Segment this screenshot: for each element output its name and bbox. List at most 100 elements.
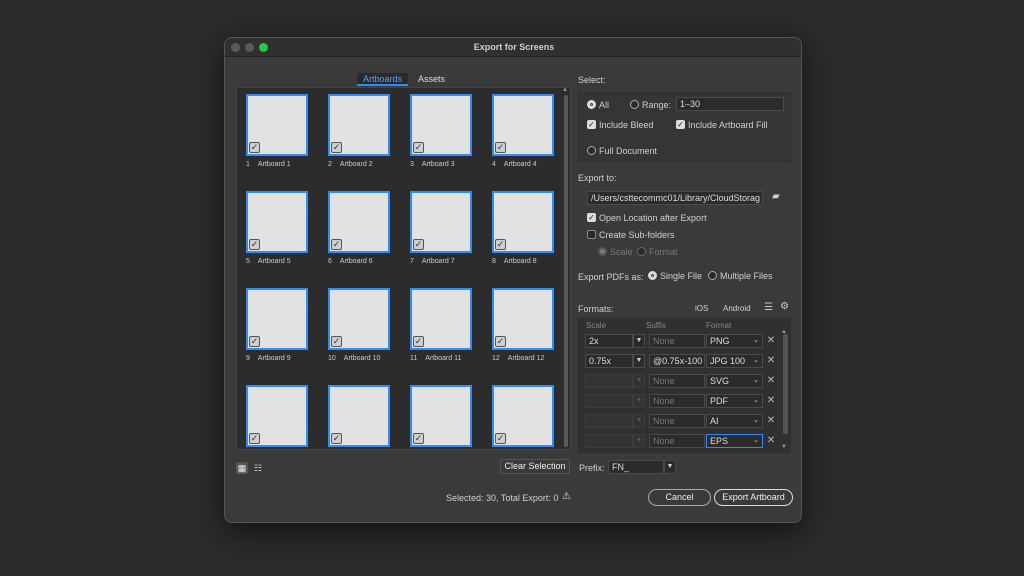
clear-selection-button[interactable]: Clear Selection (500, 459, 570, 474)
format-scale-input[interactable]: 0.75x (585, 354, 633, 368)
cancel-button[interactable]: Cancel (648, 489, 711, 506)
artboard-thumbnail[interactable]: ✓ (492, 191, 554, 253)
artboard-tile[interactable]: ✓13Artboard 13 (246, 385, 308, 449)
artboard-tile[interactable]: ✓ 2 Artboard 2 (328, 94, 390, 168)
artboard-checkbox[interactable]: ✓ (249, 433, 260, 444)
artboard-tile[interactable]: ✓ 5 Artboard 5 (246, 191, 308, 265)
artboard-thumbnail[interactable]: ✓ (328, 94, 390, 156)
artboard-tile[interactable]: ✓14Artboard 14 (328, 385, 390, 449)
artboard-checkbox[interactable]: ✓ (413, 336, 424, 347)
artboard-checkbox[interactable]: ✓ (331, 142, 342, 153)
artboard-thumbnail[interactable]: ✓ (246, 191, 308, 253)
scale-dropdown-icon[interactable]: ▼ (633, 354, 645, 368)
remove-format-icon[interactable]: ✕ (766, 395, 776, 406)
format-scale-input[interactable] (585, 374, 633, 388)
artboard-checkbox[interactable]: ✓ (413, 142, 424, 153)
scale-dropdown-icon[interactable]: ▼ (633, 334, 645, 348)
format-suffix-input[interactable]: None (649, 434, 705, 448)
select-range-radio[interactable] (630, 100, 639, 109)
gear-icon[interactable]: ⚙ (780, 301, 789, 312)
grid-view-icon[interactable]: ▦ (236, 462, 248, 474)
artboard-checkbox[interactable]: ✓ (331, 239, 342, 250)
artboard-checkbox[interactable]: ✓ (249, 239, 260, 250)
artboard-checkbox[interactable]: ✓ (413, 433, 424, 444)
format-suffix-input[interactable]: None (649, 414, 705, 428)
scale-dropdown-icon[interactable]: ▼ (633, 374, 645, 388)
artboard-thumbnail[interactable]: ✓ (410, 94, 472, 156)
format-scale-input[interactable]: 2x (585, 334, 633, 348)
artboard-checkbox[interactable]: ✓ (331, 336, 342, 347)
artboard-checkbox[interactable]: ✓ (249, 336, 260, 347)
artboard-tile[interactable]: ✓16Artboard 16 (492, 385, 554, 449)
artboard-thumbnail[interactable]: ✓ (328, 191, 390, 253)
artboard-tile[interactable]: ✓ 10 Artboard 10 (328, 288, 390, 362)
artboard-thumbnail[interactable]: ✓ (410, 288, 472, 350)
artboard-tile[interactable]: ✓ 8 Artboard 8 (492, 191, 554, 265)
prefix-dropdown-icon[interactable]: ▼ (664, 460, 676, 474)
artboard-tile[interactable]: ✓ 3 Artboard 3 (410, 94, 472, 168)
formats-scroll-up-icon[interactable]: ▲ (781, 329, 787, 335)
artboard-thumbnail[interactable]: ✓ (328, 288, 390, 350)
scroll-up-icon[interactable]: ▲ (562, 87, 568, 93)
artboard-checkbox[interactable]: ✓ (413, 239, 424, 250)
create-subfolders-checkbox[interactable] (587, 230, 596, 239)
tab-artboards[interactable]: Artboards (357, 73, 409, 86)
scale-dropdown-icon[interactable]: ▼ (633, 434, 645, 448)
artboard-tile[interactable]: ✓ 11 Artboard 11 (410, 288, 472, 362)
list-settings-icon[interactable]: ☰ (764, 302, 773, 313)
artboard-thumbnail[interactable]: ✓ (246, 385, 308, 447)
list-view-icon[interactable]: ☷ (252, 462, 264, 474)
artboard-thumbnail[interactable]: ✓ (328, 385, 390, 447)
artboard-thumbnail[interactable]: ✓ (410, 191, 472, 253)
artboard-thumbnail[interactable]: ✓ (410, 385, 472, 447)
artboard-tile[interactable]: ✓ 1 Artboard 1 (246, 94, 308, 168)
artboard-checkbox[interactable]: ✓ (249, 142, 260, 153)
format-scale-input[interactable] (585, 434, 633, 448)
prefix-input[interactable]: FN_ (608, 460, 664, 474)
grid-scroll-thumb[interactable] (564, 95, 568, 447)
format-scale-input[interactable] (585, 414, 633, 428)
single-file-radio[interactable] (648, 271, 657, 280)
artboard-thumbnail[interactable]: ✓ (492, 288, 554, 350)
open-location-checkbox[interactable]: ✓ (587, 213, 596, 222)
artboard-tile[interactable]: ✓ 12 Artboard 12 (492, 288, 554, 362)
full-document-radio[interactable] (587, 146, 596, 155)
export-artboard-button[interactable]: Export Artboard (714, 489, 793, 506)
format-suffix-input[interactable]: @0.75x-100 (649, 354, 705, 368)
artboard-checkbox[interactable]: ✓ (495, 142, 506, 153)
android-preset-button[interactable]: Android (723, 304, 751, 313)
artboard-tile[interactable]: ✓ 7 Artboard 7 (410, 191, 472, 265)
artboard-tile[interactable]: ✓ 4 Artboard 4 (492, 94, 554, 168)
format-suffix-input[interactable]: None (649, 394, 705, 408)
remove-format-icon[interactable]: ✕ (766, 435, 776, 446)
artboard-checkbox[interactable]: ✓ (495, 336, 506, 347)
artboard-checkbox[interactable]: ✓ (495, 433, 506, 444)
format-suffix-input[interactable]: None (649, 334, 705, 348)
remove-format-icon[interactable]: ✕ (766, 355, 776, 366)
tab-assets[interactable]: Assets (412, 73, 451, 86)
range-input[interactable]: 1–30 (676, 97, 784, 111)
remove-format-icon[interactable]: ✕ (766, 415, 776, 426)
formats-scroll-down-icon[interactable]: ▼ (781, 444, 787, 450)
scale-dropdown-icon[interactable]: ▼ (633, 414, 645, 428)
artboard-thumbnail[interactable]: ✓ (492, 94, 554, 156)
remove-format-icon[interactable]: ✕ (766, 335, 776, 346)
artboard-checkbox[interactable]: ✓ (495, 239, 506, 250)
include-artboard-fill-checkbox[interactable]: ✓ (676, 120, 685, 129)
artboard-thumbnail[interactable]: ✓ (246, 94, 308, 156)
artboard-checkbox[interactable]: ✓ (331, 433, 342, 444)
folder-icon[interactable]: ▰ (772, 192, 784, 202)
formats-scrollbar[interactable] (783, 334, 788, 434)
export-path-input[interactable]: /Users/csttecommc01/Library/CloudStorag (587, 191, 763, 205)
multiple-files-radio[interactable] (708, 271, 717, 280)
artboard-thumbnail[interactable]: ✓ (246, 288, 308, 350)
artboard-tile[interactable]: ✓ 6 Artboard 6 (328, 191, 390, 265)
include-bleed-checkbox[interactable]: ✓ (587, 120, 596, 129)
artboard-tile[interactable]: ✓ 9 Artboard 9 (246, 288, 308, 362)
artboard-thumbnail[interactable]: ✓ (492, 385, 554, 447)
scale-dropdown-icon[interactable]: ▼ (633, 394, 645, 408)
format-suffix-input[interactable]: None (649, 374, 705, 388)
format-scale-input[interactable] (585, 394, 633, 408)
artboard-tile[interactable]: ✓15Artboard 15 (410, 385, 472, 449)
remove-format-icon[interactable]: ✕ (766, 375, 776, 386)
